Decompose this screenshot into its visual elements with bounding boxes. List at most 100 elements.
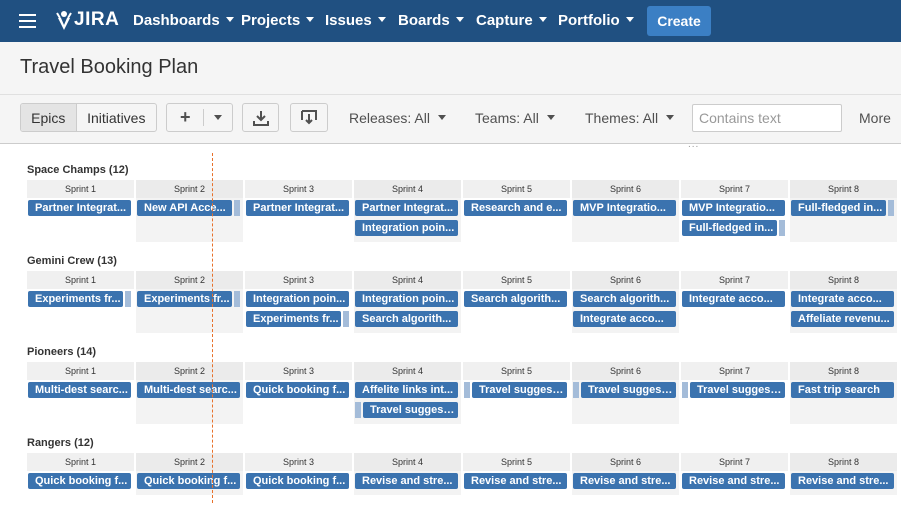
epic-bar[interactable]: Experiments fr... bbox=[246, 311, 341, 327]
teams-filter[interactable]: Teams: All bbox=[475, 110, 555, 126]
nav-dashboards[interactable]: Dashboards bbox=[133, 12, 234, 29]
epic-bar[interactable]: Quick booking f... bbox=[137, 473, 240, 489]
sprint-header: Sprint 8 bbox=[790, 180, 897, 198]
nav-projects[interactable]: Projects bbox=[241, 12, 315, 29]
add-dropdown-button[interactable] bbox=[204, 104, 232, 131]
epic-bar[interactable]: Search algorith... bbox=[573, 291, 676, 307]
nav-portfolio[interactable]: Portfolio bbox=[558, 12, 634, 29]
nav-issues[interactable]: Issues bbox=[325, 12, 386, 29]
epic-bar[interactable]: Experiments fr... bbox=[137, 291, 232, 307]
sprint-header: Sprint 7 bbox=[681, 362, 788, 380]
epic-bar[interactable]: Experiments fr... bbox=[28, 291, 123, 307]
top-nav: JIRA Dashboards Projects Issues Boards C… bbox=[0, 0, 901, 42]
epic-bar[interactable]: Research and e... bbox=[464, 200, 567, 216]
epic-bar[interactable]: Revise and stre... bbox=[791, 473, 894, 489]
releases-filter[interactable]: Releases: All bbox=[349, 110, 446, 126]
themes-filter[interactable]: Themes: All bbox=[585, 110, 675, 126]
epic-bar[interactable]: Revise and stre... bbox=[464, 473, 567, 489]
add-button[interactable]: + bbox=[167, 104, 203, 131]
sprint-header: Sprint 1 bbox=[27, 180, 134, 198]
epic-bar[interactable]: Partner Integrat... bbox=[355, 200, 458, 216]
sprint-header: Sprint 6 bbox=[572, 180, 679, 198]
download-icon bbox=[252, 110, 269, 126]
sprint-header: Sprint 3 bbox=[245, 453, 352, 471]
chevron-down-icon bbox=[666, 114, 675, 120]
epic-bar[interactable]: MVP Integratio... bbox=[573, 200, 676, 216]
sprint-header: Sprint 4 bbox=[354, 271, 461, 289]
menu-icon[interactable] bbox=[19, 14, 36, 28]
epic-bar[interactable]: Revise and stre... bbox=[355, 473, 458, 489]
nav-portfolio-label: Portfolio bbox=[558, 12, 620, 29]
epic-bar[interactable]: Affeliate revenu... bbox=[791, 311, 894, 327]
epic-bar[interactable]: Search algorith... bbox=[355, 311, 458, 327]
nav-dashboards-label: Dashboards bbox=[133, 12, 220, 29]
nav-capture-label: Capture bbox=[476, 12, 533, 29]
team-label: Pioneers (14) bbox=[27, 346, 97, 358]
sprint-header: Sprint 6 bbox=[572, 453, 679, 471]
page-title: Travel Booking Plan bbox=[20, 56, 199, 78]
epic-bar[interactable]: Search algorith... bbox=[464, 291, 567, 307]
chevron-down-icon bbox=[214, 115, 223, 120]
jira-logo[interactable]: JIRA bbox=[56, 9, 119, 31]
jira-logo-icon bbox=[56, 11, 72, 30]
nav-capture[interactable]: Capture bbox=[476, 12, 547, 29]
epic-bar[interactable]: Quick booking f... bbox=[246, 473, 349, 489]
chevron-down-icon bbox=[437, 114, 446, 120]
tab-epics[interactable]: Epics bbox=[21, 104, 76, 131]
epic-bar[interactable]: Revise and stre... bbox=[682, 473, 785, 489]
epic-bar[interactable]: Travel suggesti... bbox=[363, 402, 458, 418]
sprint-header: Sprint 1 bbox=[27, 271, 134, 289]
sprint-header: Sprint 4 bbox=[354, 453, 461, 471]
nav-projects-label: Projects bbox=[241, 12, 301, 29]
themes-filter-label: Themes: All bbox=[585, 110, 659, 126]
sprint-header: Sprint 5 bbox=[463, 362, 570, 380]
chevron-down-icon bbox=[225, 16, 234, 22]
epic-bar[interactable]: Quick booking f... bbox=[246, 382, 349, 398]
epic-bar[interactable]: Integrate acco... bbox=[791, 291, 894, 307]
epic-bar[interactable]: Integration poin... bbox=[355, 220, 458, 236]
sprint-header: Sprint 8 bbox=[790, 453, 897, 471]
epic-continuation-marker bbox=[234, 291, 240, 307]
epic-bar[interactable]: Integrate acco... bbox=[573, 311, 676, 327]
epic-bar[interactable]: Integration poin... bbox=[246, 291, 349, 307]
epic-bar[interactable]: Travel suggesti... bbox=[581, 382, 676, 398]
epic-bar[interactable]: Travel suggesti... bbox=[472, 382, 567, 398]
chevron-down-icon bbox=[377, 16, 386, 22]
more-button[interactable]: More bbox=[859, 110, 891, 126]
sprint-header: Sprint 2 bbox=[136, 453, 243, 471]
chevron-down-icon bbox=[625, 16, 634, 22]
epic-bar[interactable]: Partner Integrat... bbox=[28, 200, 131, 216]
commit-button[interactable] bbox=[290, 103, 328, 132]
epic-bar[interactable]: Multi-dest searc... bbox=[137, 382, 240, 398]
plan-header: Travel Booking Plan Epics Initiatives + … bbox=[0, 42, 901, 150]
epic-bar[interactable]: MVP Integratio... bbox=[682, 200, 785, 216]
epic-bar[interactable]: Travel suggesti... bbox=[690, 382, 785, 398]
today-marker bbox=[212, 153, 213, 503]
epic-bar[interactable]: Multi-dest searc... bbox=[28, 382, 131, 398]
create-button[interactable]: Create bbox=[647, 6, 711, 36]
epic-bar[interactable]: Revise and stre... bbox=[573, 473, 676, 489]
epic-bar[interactable]: Partner Integrat... bbox=[246, 200, 349, 216]
epic-bar[interactable]: Integrate acco... bbox=[682, 291, 785, 307]
chevron-down-icon bbox=[546, 114, 555, 120]
epic-bar[interactable]: Full-fledged in... bbox=[682, 220, 777, 236]
commit-changes-icon bbox=[301, 109, 317, 124]
header-divider bbox=[0, 94, 901, 95]
epic-bar[interactable]: New API Acce... bbox=[137, 200, 232, 216]
plan-board: Space Champs (12) Sprint 1 Sprint 2 Sprint … bbox=[0, 145, 901, 506]
epic-continuation-marker bbox=[682, 382, 688, 398]
tab-initiatives[interactable]: Initiatives bbox=[77, 104, 156, 131]
teams-filter-label: Teams: All bbox=[475, 110, 539, 126]
sprint-header: Sprint 3 bbox=[245, 180, 352, 198]
search-input[interactable] bbox=[692, 104, 842, 132]
download-button[interactable] bbox=[242, 103, 279, 132]
epic-bar[interactable]: Fast trip search bbox=[791, 382, 894, 398]
epic-bar[interactable]: Integration poin... bbox=[355, 291, 458, 307]
sprint-header: Sprint 6 bbox=[572, 271, 679, 289]
epic-bar[interactable]: Affelite links int... bbox=[355, 382, 458, 398]
sprint-header: Sprint 1 bbox=[27, 362, 134, 380]
nav-boards[interactable]: Boards bbox=[398, 12, 464, 29]
epic-bar[interactable]: Quick booking f... bbox=[28, 473, 131, 489]
epic-bar[interactable]: Full-fledged in... bbox=[791, 200, 886, 216]
sprint-header: Sprint 5 bbox=[463, 271, 570, 289]
